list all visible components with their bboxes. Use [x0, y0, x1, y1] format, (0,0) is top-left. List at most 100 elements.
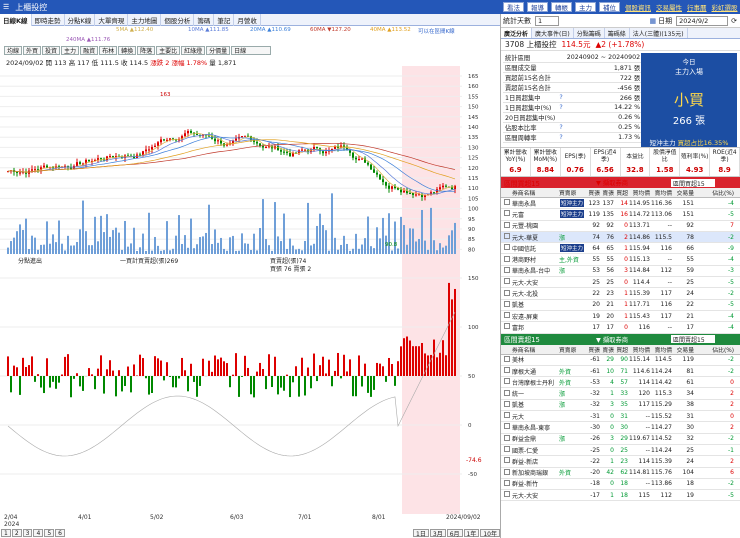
table-row[interactable]: 元大-大安 -17 1 18 115 112 19 -5	[501, 490, 740, 502]
page-2[interactable]: 2	[11, 529, 22, 537]
col-header[interactable]: 買超	[615, 345, 629, 354]
broker-name[interactable]: 凱基	[511, 300, 559, 309]
row-checkbox[interactable]	[501, 255, 511, 264]
row-checkbox[interactable]	[501, 479, 511, 488]
col-header[interactable]: 買均價	[629, 188, 651, 197]
row-checkbox[interactable]	[501, 389, 511, 398]
broker-name[interactable]: 華南永昌-東寧	[511, 423, 559, 432]
broker-name[interactable]: 元大-大安	[511, 491, 559, 500]
broker-name[interactable]: 中國信託	[511, 244, 559, 253]
view-button[interactable]: 看法	[503, 2, 524, 12]
tool-margin[interactable]: 融資	[80, 46, 99, 55]
help-icon[interactable]: ?	[557, 122, 565, 133]
table-row[interactable]: 新加坡商瑞銀 外資 -20 42 62 114.81 115.76 104 6	[501, 468, 740, 479]
link-rainbow[interactable]: 彩虹選股	[712, 2, 738, 12]
help-icon[interactable]	[557, 112, 565, 123]
row-checkbox[interactable]	[501, 323, 511, 331]
table-row[interactable]: 元富 短沖主力 119 135 16 114.72 113.06 151 -5	[501, 209, 740, 221]
page-5[interactable]: 5	[44, 529, 55, 537]
transfer-button[interactable]: 轉帳	[551, 2, 572, 12]
period-select[interactable]: 日線	[231, 46, 272, 55]
row-checkbox[interactable]	[501, 367, 511, 375]
tab-big-order[interactable]: 大單齊現	[95, 14, 129, 26]
page-3[interactable]: 3	[22, 529, 33, 537]
table-row[interactable]: 國票-仁愛 -25 0 25 -- 114.24 25 -1	[501, 445, 740, 457]
date-input[interactable]: 2024/9/2	[676, 15, 729, 26]
table-row[interactable]: 元豐-桃園 92 92 0 113.71 -- 92 7	[501, 221, 740, 232]
row-checkbox[interactable]	[501, 221, 511, 230]
table-row[interactable]: 群益-新竹 -18 0 18 -- 113.86 18 -2	[501, 479, 740, 491]
page-6[interactable]: 6	[55, 529, 65, 537]
col-header[interactable]: 佔比(%)	[695, 345, 735, 354]
broker-name[interactable]: 宏遠-屏東	[511, 312, 559, 321]
table-row[interactable]: 富邦 17 17 0 116 -- 17 -4	[501, 322, 740, 334]
row-checkbox[interactable]	[501, 289, 511, 298]
broker-name[interactable]: 台灣摩根士丹利	[511, 378, 559, 387]
table-row[interactable]: 宏遠-屏東 19 20 1 115.43 117 21 -4	[501, 311, 740, 323]
broker-name[interactable]: 新加坡商瑞銀	[511, 468, 559, 477]
tab-analysis[interactable]: 個股分析	[161, 14, 195, 26]
row-checkbox[interactable]	[501, 457, 511, 465]
count-select[interactable]: 1	[535, 15, 559, 26]
range-1d[interactable]: 1日	[413, 529, 429, 538]
table-row[interactable]: 元大-北投 22 23 1 115.39 117 24 -2	[501, 288, 740, 300]
row-checkbox[interactable]	[501, 423, 511, 431]
broker-name[interactable]: 群益-新竹	[511, 479, 559, 488]
sell-dropdown[interactable]: 區間賣超15	[671, 335, 715, 344]
row-checkbox[interactable]	[501, 278, 511, 286]
broker-name[interactable]: 國票-仁愛	[511, 446, 559, 455]
table-row[interactable]: 元大-華夏漲 74 76 2 114.86 115.5 78 -2	[501, 231, 740, 244]
tab-notes[interactable]: 筆記	[214, 14, 235, 26]
row-checkbox[interactable]	[501, 378, 511, 386]
tool-bollinger[interactable]: 布林	[99, 46, 118, 55]
tab-main-map[interactable]: 主力地圖	[128, 14, 162, 26]
row-checkbox[interactable]	[501, 199, 511, 207]
range-1y[interactable]: 1年	[463, 529, 480, 538]
sell-fetch[interactable]: ▼ 擷取券商	[596, 335, 628, 344]
col-header[interactable]: 佔比(%)	[695, 188, 735, 197]
link-stock-info[interactable]: 個股資訊	[625, 2, 651, 12]
row-checkbox[interactable]	[501, 266, 511, 275]
range-k-checkbox[interactable]: 可以在區間K線	[418, 27, 455, 35]
broker-name[interactable]: 美林	[511, 355, 559, 364]
col-header[interactable]: 買賣原	[559, 345, 587, 354]
row-checkbox[interactable]	[501, 491, 511, 499]
table-row[interactable]: 摩根大通 外資 -61 10 71 114.6 114.24 81 -2	[501, 366, 740, 378]
row-checkbox[interactable]	[501, 446, 511, 454]
row-checkbox[interactable]	[501, 210, 511, 218]
broker-name[interactable]: 富邦	[511, 323, 559, 332]
row-checkbox[interactable]	[501, 434, 511, 443]
table-row[interactable]: 華南永昌 短沖主力 123 137 14 114.95 116.36 151 -4	[501, 198, 740, 210]
main-force-button[interactable]: 主力	[575, 2, 596, 12]
table-row[interactable]: 中國信託 短沖主力 64 65 1 115.94 116 66 -9	[501, 243, 740, 255]
range-6m[interactable]: 6月	[446, 529, 463, 538]
row-checkbox[interactable]	[501, 355, 511, 364]
broker-name[interactable]: 元大	[511, 412, 559, 421]
tool-convert[interactable]: 轉換	[118, 46, 137, 55]
row-checkbox[interactable]	[501, 312, 511, 320]
tool-ma[interactable]: 均線	[4, 46, 23, 55]
tab-branch-k[interactable]: 分點K線	[65, 14, 96, 26]
col-header[interactable]: 交易量	[673, 345, 695, 354]
refresh-icon[interactable]: ⟳	[731, 17, 737, 25]
col-header[interactable]	[501, 345, 511, 354]
range-10y[interactable]: 10年	[480, 529, 500, 538]
col-header[interactable]	[501, 188, 511, 197]
table-row[interactable]: 台灣摩根士丹利 外資 -53 4 57 114 114.42 61 0	[501, 377, 740, 389]
rtab-4[interactable]: 法人(三體)(135元)	[630, 28, 688, 38]
rtab-3[interactable]: 籌碼條	[605, 28, 630, 38]
row-checkbox[interactable]	[501, 300, 511, 309]
col-header[interactable]: 券商名稱	[511, 345, 559, 354]
col-header[interactable]: 券商名稱	[511, 188, 559, 197]
tool-ratio[interactable]: 主要比	[156, 46, 181, 55]
rtab-1[interactable]: 廣大事件(日)	[532, 28, 574, 38]
tool-volume-price[interactable]: 分價量	[206, 46, 231, 55]
rtab-2[interactable]: 分點籌碼	[574, 28, 605, 38]
table-row[interactable]: 美林 -61 29 90 115.14 114.5 119 -2	[501, 355, 740, 366]
broker-name[interactable]: 華南永昌	[511, 199, 559, 208]
broker-name[interactable]: 元大-北投	[511, 289, 559, 298]
col-header[interactable]: 買張	[587, 188, 601, 197]
table-row[interactable]: 群益金鼎漲 -26 3 29 119.67 114.52 32 -2	[501, 434, 740, 445]
help-icon[interactable]: ?	[557, 102, 565, 113]
row-checkbox[interactable]	[501, 244, 511, 252]
